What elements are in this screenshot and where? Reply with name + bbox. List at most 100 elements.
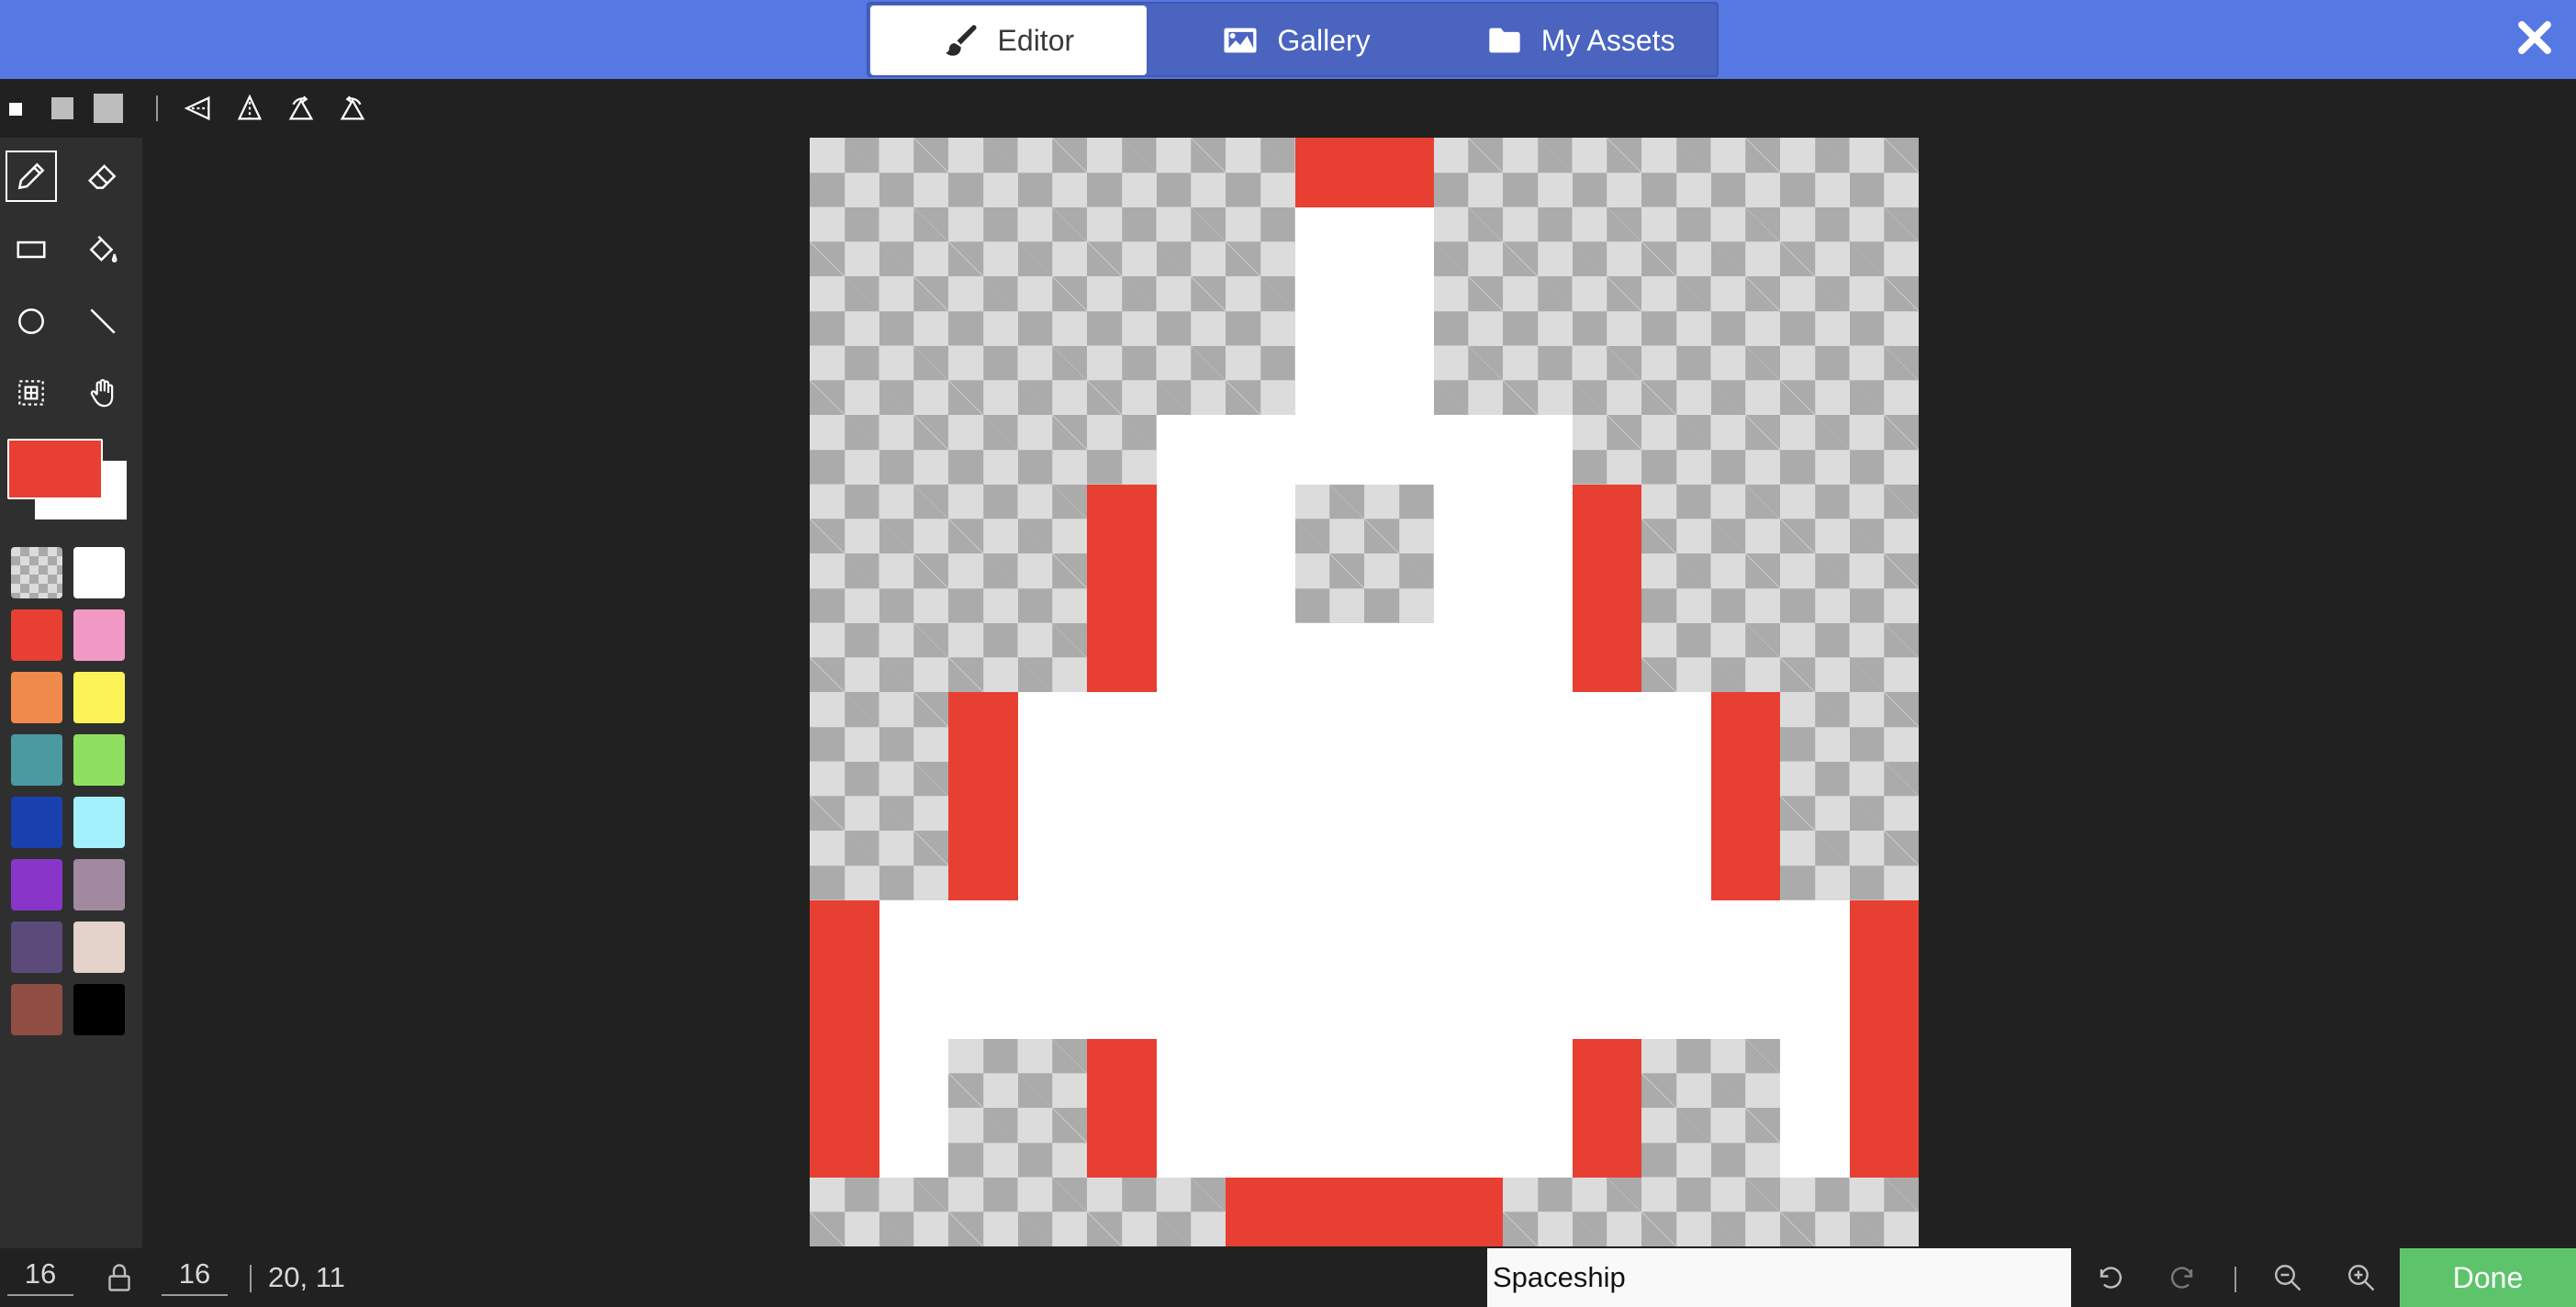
canvas-pixel[interactable] — [1156, 276, 1226, 346]
canvas-pixel[interactable] — [1503, 1177, 1573, 1246]
canvas-pixel[interactable] — [948, 761, 1018, 831]
canvas-pixel[interactable] — [1087, 1177, 1157, 1246]
canvas-pixel[interactable] — [879, 622, 948, 692]
canvas-pixel[interactable] — [1294, 1177, 1364, 1246]
canvas-pixel[interactable] — [1017, 969, 1087, 1039]
canvas-pixel[interactable] — [1156, 1108, 1226, 1178]
canvas-pixel[interactable] — [1294, 1038, 1364, 1108]
undo-button[interactable] — [2091, 1259, 2128, 1296]
canvas-pixel[interactable] — [1780, 484, 1850, 553]
canvas-pixel[interactable] — [1364, 622, 1434, 692]
canvas-pixel[interactable] — [1503, 761, 1573, 831]
canvas-pixel[interactable] — [1226, 831, 1295, 900]
canvas-pixel[interactable] — [879, 415, 948, 485]
canvas-pixel[interactable] — [810, 622, 879, 692]
canvas-pixel[interactable] — [879, 761, 948, 831]
canvas-pixel[interactable] — [1572, 415, 1641, 485]
canvas-pixel[interactable] — [1364, 1038, 1434, 1108]
palette-swatch[interactable] — [11, 984, 62, 1035]
canvas-pixel[interactable] — [1017, 1108, 1087, 1178]
canvas-pixel[interactable] — [1710, 1038, 1780, 1108]
canvas-pixel[interactable] — [1849, 1177, 1919, 1246]
canvas-pixel[interactable] — [879, 484, 948, 553]
canvas-pixel[interactable] — [879, 1177, 948, 1246]
canvas-pixel[interactable] — [1156, 622, 1226, 692]
palette-swatch[interactable] — [73, 609, 125, 661]
canvas-pixel[interactable] — [1226, 899, 1295, 969]
canvas-pixel[interactable] — [1433, 207, 1503, 276]
canvas-pixel[interactable] — [948, 969, 1018, 1039]
canvas-pixel[interactable] — [1572, 276, 1641, 346]
canvas-pixel[interactable] — [1364, 484, 1434, 553]
canvas-pixel[interactable] — [1849, 484, 1919, 553]
palette-swatch[interactable] — [73, 734, 125, 786]
canvas-pixel[interactable] — [948, 899, 1018, 969]
canvas-pixel[interactable] — [1156, 969, 1226, 1039]
canvas-pixel[interactable] — [1433, 138, 1503, 207]
palette-swatch[interactable] — [73, 547, 125, 598]
canvas-pixel[interactable] — [1087, 622, 1157, 692]
canvas-pixel[interactable] — [1710, 1108, 1780, 1178]
canvas-pixel[interactable] — [1503, 692, 1573, 762]
canvas-pixel[interactable] — [1780, 899, 1850, 969]
flip-horizontal-button[interactable] — [182, 92, 215, 125]
canvas-pixel[interactable] — [1641, 761, 1711, 831]
canvas-pixel[interactable] — [1780, 415, 1850, 485]
canvas-pixel[interactable] — [1849, 899, 1919, 969]
canvas-pixel[interactable] — [1017, 622, 1087, 692]
canvas-pixel[interactable] — [1572, 207, 1641, 276]
canvas-pixel[interactable] — [1294, 207, 1364, 276]
canvas-pixel[interactable] — [1641, 969, 1711, 1039]
canvas-pixel[interactable] — [948, 415, 1018, 485]
canvas-pixel[interactable] — [810, 484, 879, 553]
canvas-pixel[interactable] — [879, 1038, 948, 1108]
canvas-pixel[interactable] — [1226, 692, 1295, 762]
canvas-pixel[interactable] — [1364, 345, 1434, 415]
canvas-pixel[interactable] — [1017, 138, 1087, 207]
canvas-pixel[interactable] — [1087, 1038, 1157, 1108]
canvas-pixel[interactable] — [1780, 138, 1850, 207]
canvas-pixel[interactable] — [1294, 276, 1364, 346]
brush-size-large[interactable] — [94, 94, 123, 123]
canvas-pixel[interactable] — [1710, 345, 1780, 415]
canvas-pixel[interactable] — [1503, 553, 1573, 623]
canvas-pixel[interactable] — [1849, 415, 1919, 485]
canvas-pixel[interactable] — [1710, 484, 1780, 553]
canvas-pixel[interactable] — [1156, 415, 1226, 485]
canvas-pixel[interactable] — [948, 622, 1018, 692]
canvas-pixel[interactable] — [1433, 622, 1503, 692]
circle-tool[interactable] — [6, 296, 57, 347]
canvas-pixel[interactable] — [948, 484, 1018, 553]
canvas-pixel[interactable] — [1849, 207, 1919, 276]
tab-editor[interactable]: Editor — [870, 6, 1147, 75]
canvas-pixel[interactable] — [948, 1177, 1018, 1246]
canvas-pixel[interactable] — [1849, 831, 1919, 900]
canvas-pixel[interactable] — [1433, 1177, 1503, 1246]
canvas-pixel[interactable] — [1294, 1108, 1364, 1178]
eraser-tool[interactable] — [77, 151, 129, 202]
canvas-pixel[interactable] — [1503, 1038, 1573, 1108]
canvas-pixel[interactable] — [1017, 345, 1087, 415]
canvas-pixel[interactable] — [1017, 553, 1087, 623]
canvas-pixel[interactable] — [1017, 692, 1087, 762]
canvas-pixel[interactable] — [1433, 761, 1503, 831]
canvas-pixel[interactable] — [1780, 831, 1850, 900]
canvas-pixel[interactable] — [1780, 761, 1850, 831]
canvas-pixel[interactable] — [1226, 1038, 1295, 1108]
canvas-pixel[interactable] — [1294, 138, 1364, 207]
canvas-pixel[interactable] — [1433, 899, 1503, 969]
canvas-pixel[interactable] — [1641, 622, 1711, 692]
canvas-pixel[interactable] — [1364, 138, 1434, 207]
canvas-pixel[interactable] — [1226, 345, 1295, 415]
flip-vertical-button[interactable] — [233, 92, 266, 125]
canvas-pixel[interactable] — [1572, 831, 1641, 900]
canvas-pixel[interactable] — [1780, 1177, 1850, 1246]
canvas-pixel[interactable] — [1433, 415, 1503, 485]
canvas-pixel[interactable] — [879, 899, 948, 969]
canvas-pixel[interactable] — [1087, 831, 1157, 900]
canvas-pixel[interactable] — [1849, 692, 1919, 762]
primary-color[interactable] — [7, 439, 103, 499]
canvas-pixel[interactable] — [1364, 276, 1434, 346]
canvas-pixel[interactable] — [1087, 899, 1157, 969]
canvas-pixel[interactable] — [948, 692, 1018, 762]
